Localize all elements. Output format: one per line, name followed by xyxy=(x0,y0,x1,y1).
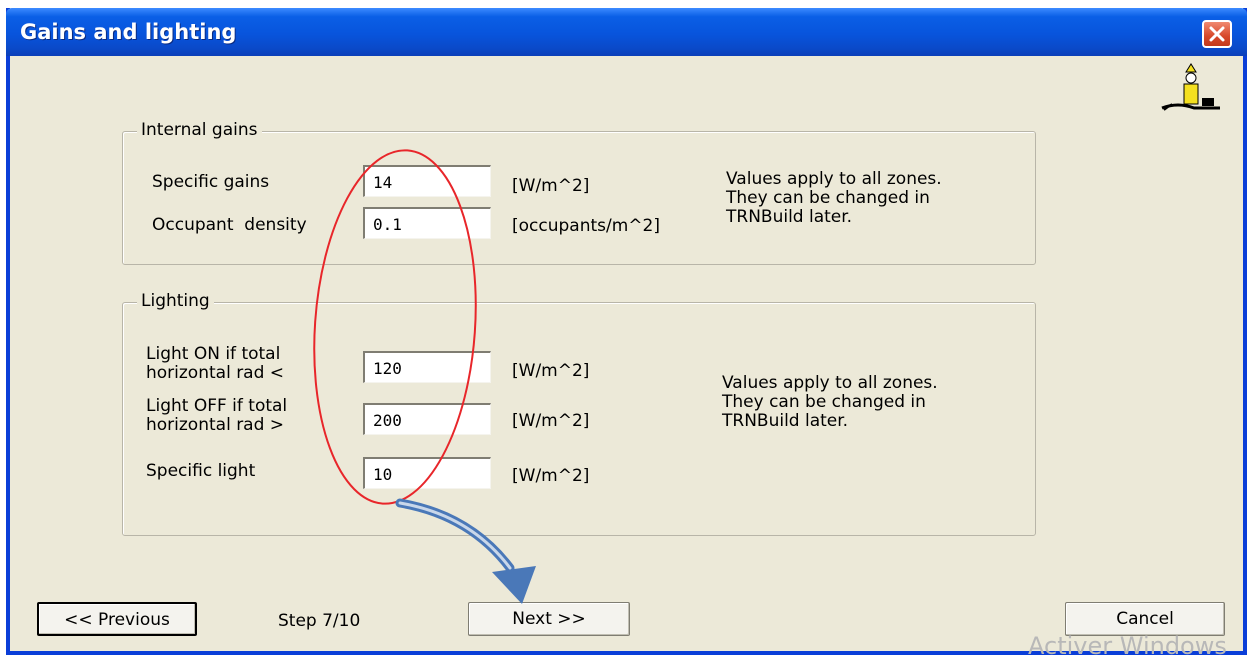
next-arrow-head xyxy=(492,566,536,604)
next-arrow xyxy=(395,498,515,573)
highlight-ellipse xyxy=(313,149,477,505)
annotation-overlay xyxy=(313,149,536,604)
